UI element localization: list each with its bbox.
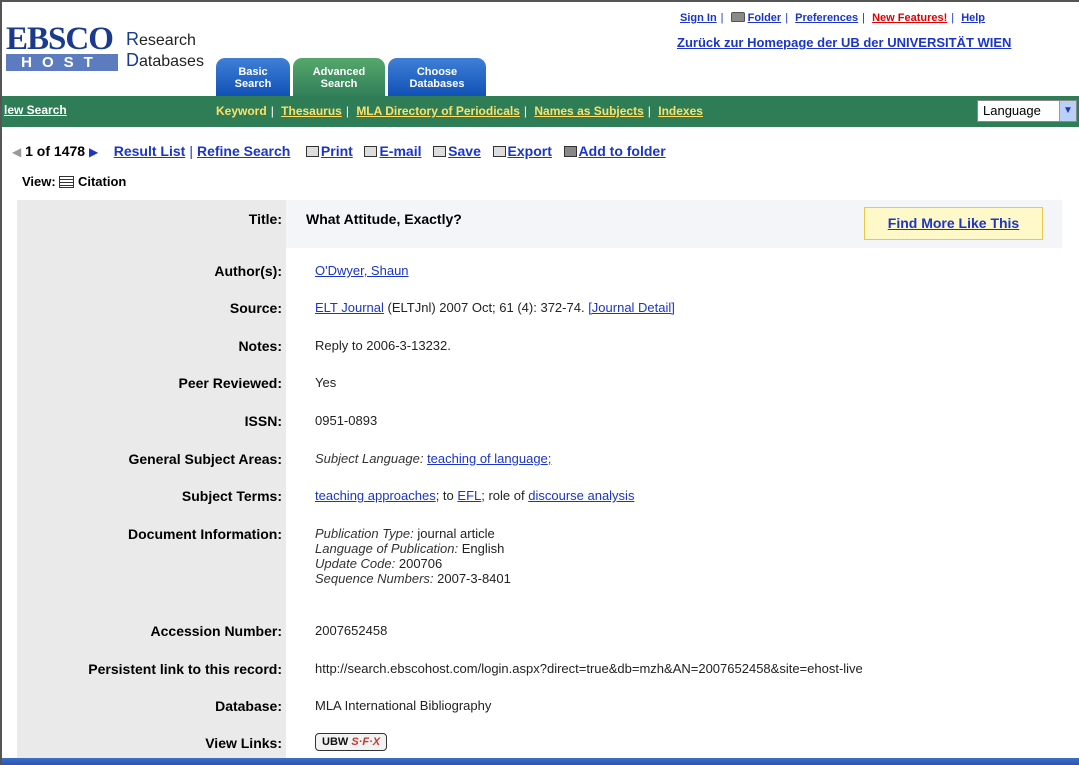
- result-count: 1 of 1478: [25, 143, 86, 159]
- subject-terms-value: teaching approaches; to EFL; role of dis…: [315, 488, 635, 503]
- notes-label: Notes:: [238, 338, 282, 354]
- tab-basic-search[interactable]: Basic Search: [216, 58, 290, 98]
- results-toolbar: ◀ 1 of 1478 ▶ Result List | Refine Search …: [12, 143, 666, 159]
- taskbar-edge: [0, 758, 1079, 765]
- discourse-analysis-link[interactable]: discourse analysis: [528, 488, 634, 503]
- citation-view-label[interactable]: Citation: [78, 174, 126, 189]
- top-links: Sign In | Folder | Preferences | New Featur…: [680, 12, 986, 24]
- mla-directory-link[interactable]: MLA Directory of Periodicals: [356, 104, 520, 118]
- window-left-border: [0, 0, 2, 765]
- database-value: MLA International Bibliography: [315, 698, 492, 713]
- ebscohost-logo[interactable]: EBSCO HOST: [6, 23, 120, 72]
- help-link[interactable]: Help: [961, 12, 985, 24]
- sfx-button[interactable]: UBW S·F·X: [315, 733, 388, 751]
- source-value: ELT Journal (ELTJnl) 2007 Oct; 61 (4): 3…: [315, 300, 675, 315]
- persistent-link-value: http://search.ebscohost.com/login.aspx?d…: [315, 661, 863, 676]
- homepage-link[interactable]: Zurück zur Homepage der UB der UNIVERSIT…: [677, 35, 1011, 50]
- sign-in-link[interactable]: Sign In: [680, 12, 717, 24]
- view-selector: View: Citation: [22, 174, 127, 189]
- view-links-value: UBW S·F·X: [315, 733, 388, 751]
- notes-value: Reply to 2006-3-13232.: [315, 338, 451, 353]
- email-icon: [364, 146, 378, 157]
- teaching-of-language-link[interactable]: teaching of language: [427, 451, 548, 466]
- refine-search-link[interactable]: Refine Search: [197, 143, 290, 159]
- database-label: Database:: [215, 698, 282, 714]
- author-link[interactable]: O'Dwyer, Shaun: [315, 263, 409, 278]
- logo-host-text: HOST: [6, 54, 118, 71]
- names-as-subjects-link[interactable]: Names as Subjects: [534, 104, 643, 118]
- folder-icon: [730, 12, 745, 22]
- preferences-link[interactable]: Preferences: [795, 12, 858, 24]
- efl-link[interactable]: EFL: [457, 488, 481, 503]
- source-label: Source:: [229, 300, 282, 316]
- document-information-label: Document Information:: [128, 526, 282, 542]
- folder-icon: [563, 146, 577, 157]
- indexes-link[interactable]: Indexes: [658, 104, 703, 118]
- next-arrow-icon[interactable]: ▶: [89, 145, 98, 159]
- find-more-like-this-link[interactable]: Find More Like This: [864, 207, 1043, 240]
- new-search-link[interactable]: lew Search: [4, 103, 67, 117]
- print-icon: [305, 146, 319, 157]
- authors-label: Author(s):: [214, 263, 282, 279]
- save-icon: [433, 146, 447, 157]
- brand-research: Research: [126, 29, 196, 49]
- citation-icon[interactable]: [59, 176, 75, 188]
- journal-detail-link[interactable]: [Journal Detail]: [588, 300, 675, 315]
- record-panel: [17, 200, 1062, 765]
- record-title: What Attitude, Exactly?: [306, 211, 462, 227]
- peer-reviewed-label: Peer Reviewed:: [178, 375, 283, 391]
- chevron-down-icon[interactable]: ▼: [1059, 101, 1076, 121]
- accession-number-value: 2007652458: [315, 623, 388, 638]
- document-information-value: Publication Type: journal article Langua…: [315, 526, 511, 586]
- prev-arrow-icon[interactable]: ◀: [12, 145, 21, 159]
- teaching-approaches-link[interactable]: teaching approaches: [315, 488, 436, 503]
- folder-link[interactable]: Folder: [748, 12, 782, 24]
- subject-terms-label: Subject Terms:: [181, 488, 282, 504]
- title-label: Title:: [248, 211, 282, 227]
- nav-bar: lew Search Keyword | Thesaurus | MLA Direc…: [0, 96, 1079, 127]
- export-link[interactable]: Export: [508, 143, 552, 159]
- sfx-logo-icon: S·F·X: [351, 736, 381, 748]
- peer-reviewed-value: Yes: [315, 375, 337, 390]
- thesaurus-link[interactable]: Thesaurus: [281, 104, 342, 118]
- keyword-link[interactable]: Keyword: [216, 104, 267, 118]
- persistent-link-label: Persistent link to this record:: [88, 661, 282, 677]
- general-subject-areas-value: Subject Language: teaching of language;: [315, 451, 552, 466]
- language-select[interactable]: Language ▼: [977, 100, 1077, 122]
- tab-advanced-search[interactable]: Advanced Search: [293, 58, 385, 98]
- general-subject-areas-label: General Subject Areas:: [128, 451, 282, 467]
- brand-databases: Databases: [126, 50, 204, 70]
- tab-choose-databases[interactable]: Choose Databases: [388, 58, 486, 98]
- issn-label: ISSN:: [244, 413, 282, 429]
- result-list-link[interactable]: Result List: [114, 143, 186, 159]
- accession-number-label: Accession Number:: [150, 623, 282, 639]
- new-features-link[interactable]: New Features!: [872, 12, 947, 24]
- add-to-folder-link[interactable]: Add to folder: [579, 143, 666, 159]
- journal-link[interactable]: ELT Journal: [315, 300, 384, 315]
- issn-value: 0951-0893: [315, 413, 378, 428]
- nav-links: Keyword | Thesaurus | MLA Directory of Per…: [216, 104, 703, 118]
- logo-text: EBSCO: [6, 23, 118, 56]
- print-link[interactable]: Print: [321, 143, 353, 159]
- view-links-label: View Links:: [205, 735, 282, 751]
- field-values-bg: [286, 248, 1062, 765]
- header: EBSCO HOST Research Databases Basic Sear…: [0, 2, 1079, 98]
- save-link[interactable]: Save: [448, 143, 481, 159]
- authors-value: O'Dwyer, Shaun: [315, 263, 409, 278]
- email-link[interactable]: E-mail: [379, 143, 421, 159]
- export-icon: [492, 146, 506, 157]
